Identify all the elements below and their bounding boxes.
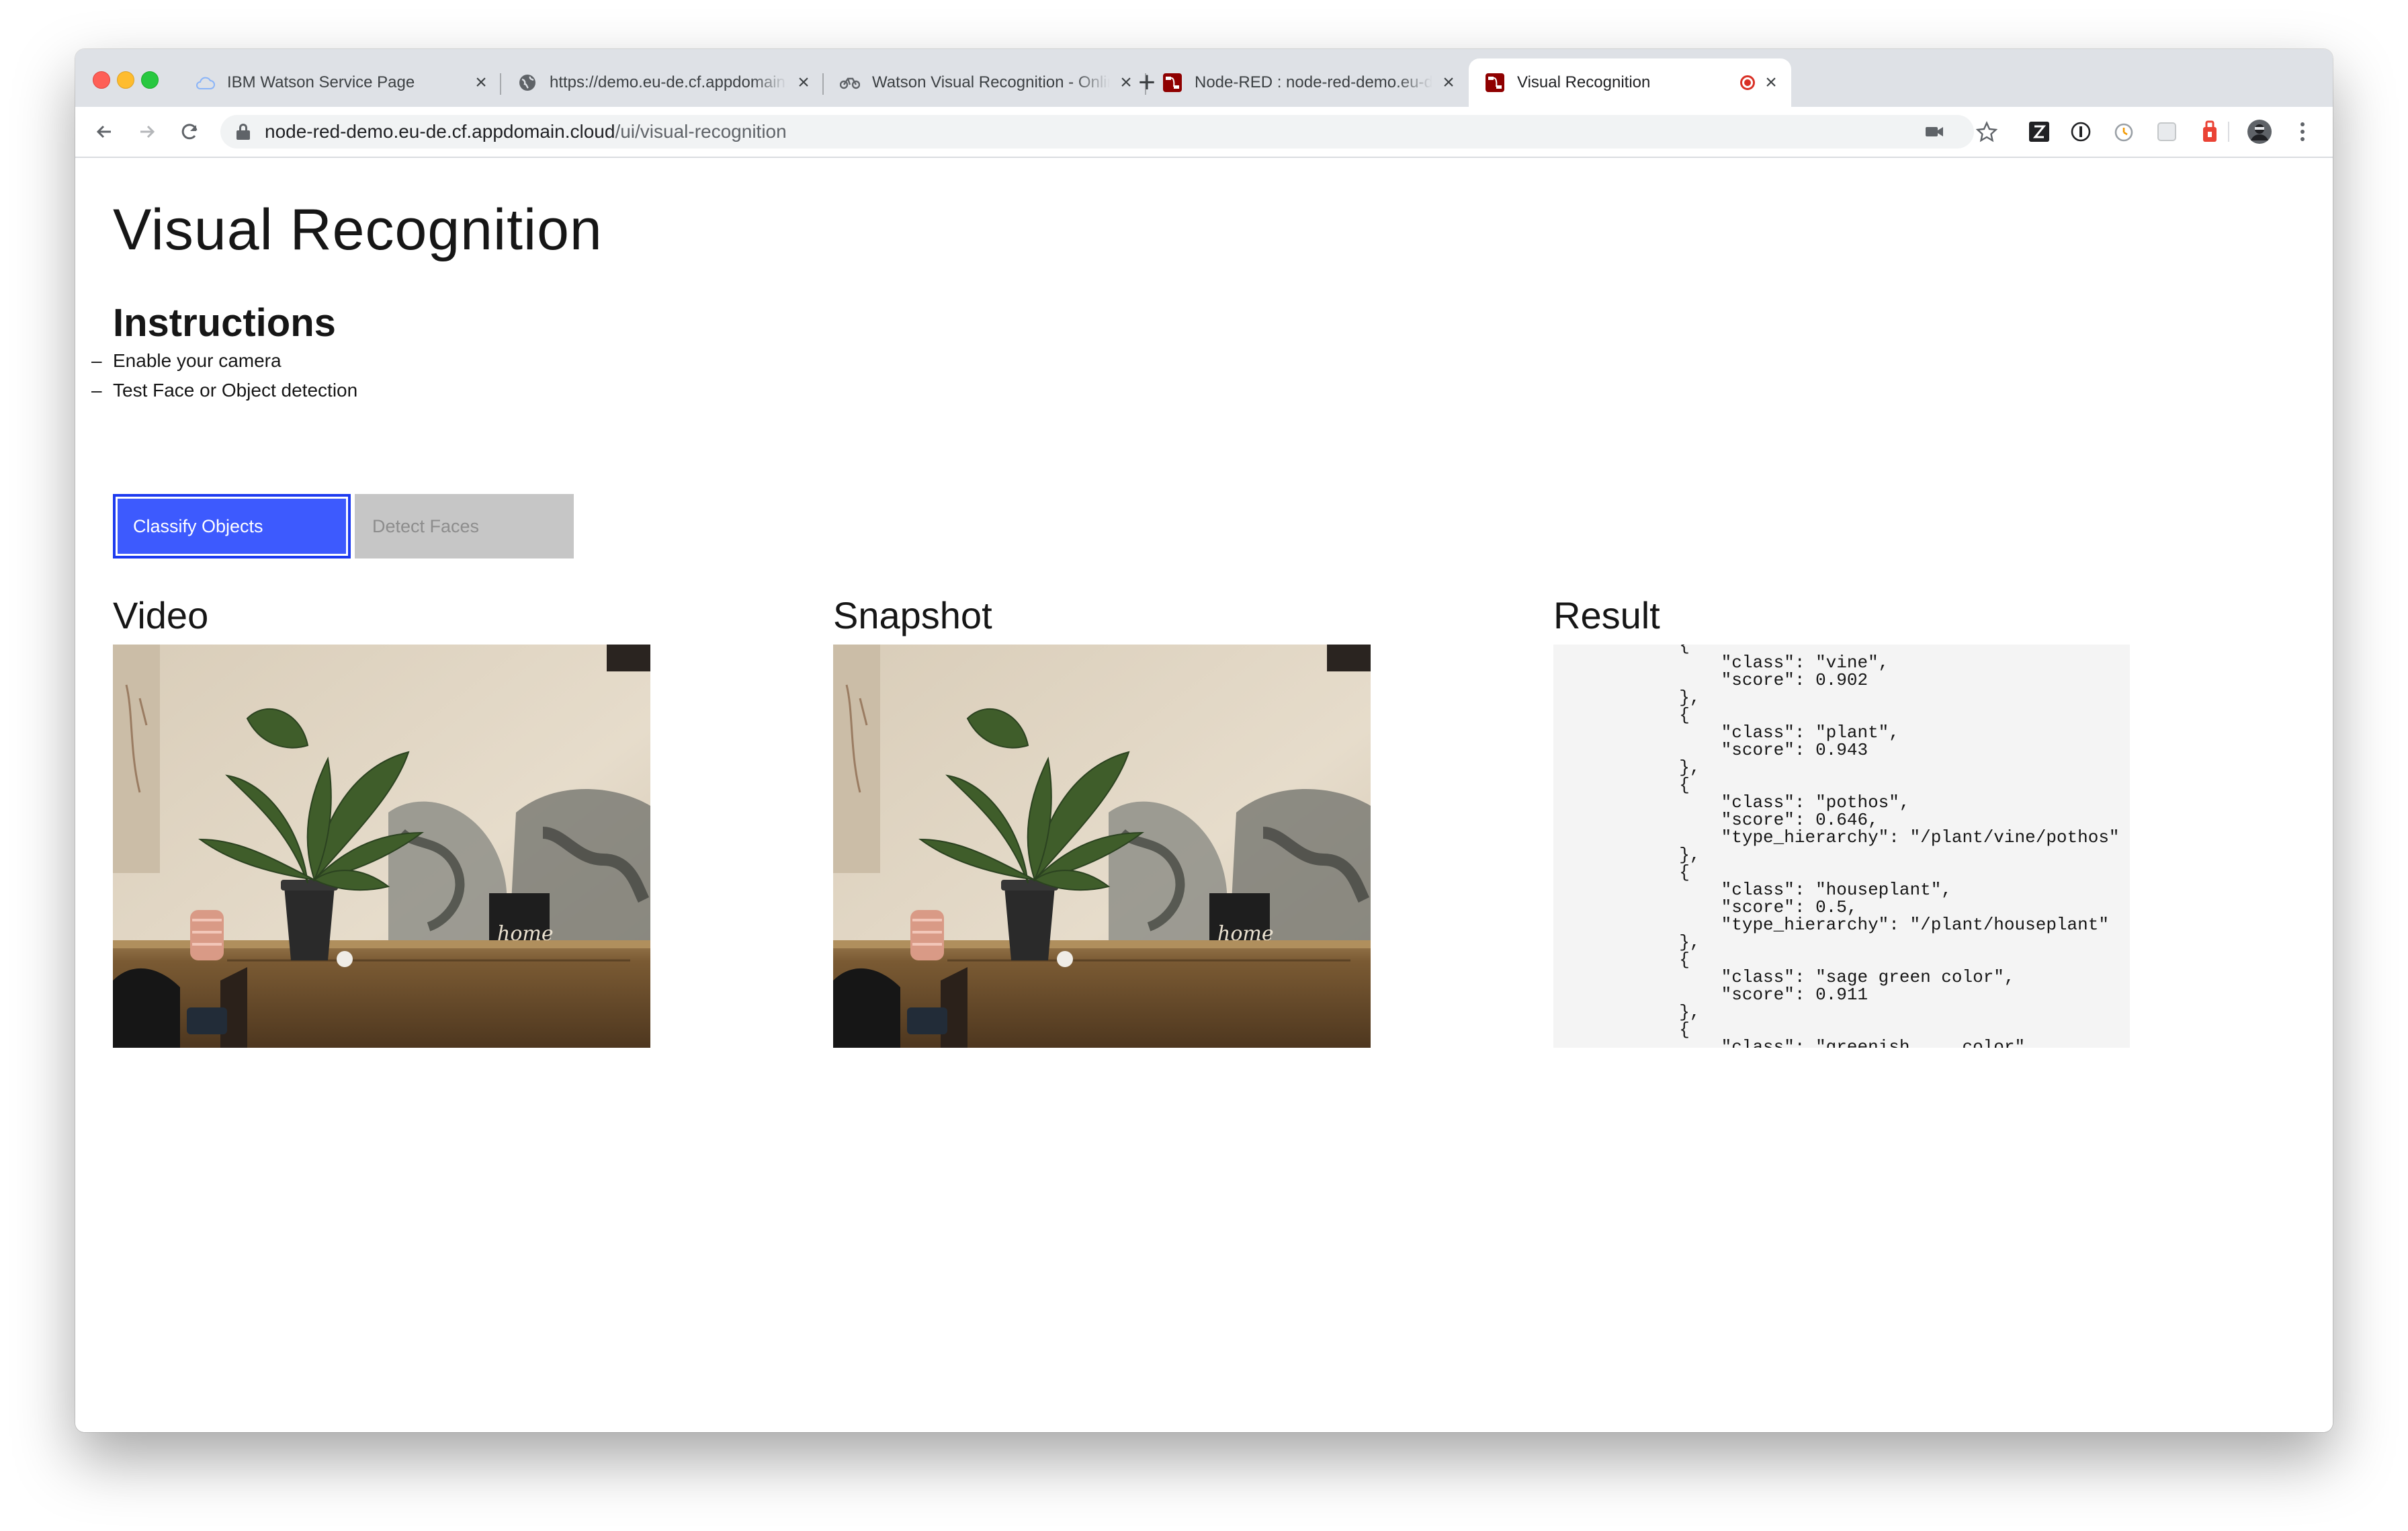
browser-window: IBM Watson Service Page × https://demo.e… (75, 49, 2333, 1432)
snapshot-image (833, 645, 1371, 1048)
reload-icon[interactable] (175, 116, 206, 147)
cloud-icon (195, 73, 215, 93)
page-content: Visual Recognition Instructions – Enable … (75, 158, 2333, 1432)
red-extension-icon[interactable] (2197, 119, 2223, 144)
page-title: Visual Recognition (113, 198, 603, 262)
zotero-extension-icon[interactable] (2026, 119, 2052, 144)
forward-arrow-icon[interactable] (132, 116, 163, 147)
tab-title: https://demo.eu-de.cf.appdomain.cloud (550, 73, 787, 91)
timer-extension-icon[interactable] (2111, 119, 2137, 144)
result-json-text: { "class": "vine", "score": 0.902 }, { "… (1679, 645, 2120, 1048)
instructions-list: – Enable your camera – Test Face or Object… (91, 346, 357, 405)
kebab-menu-icon[interactable] (2290, 119, 2315, 144)
toolbar-divider (2228, 122, 2229, 142)
result-json-panel[interactable]: { "class": "vine", "score": 0.902 }, { "… (1553, 645, 2130, 1048)
tab-watson-demo[interactable]: Watson Visual Recognition - Online Demo … (824, 58, 1146, 107)
url-text: node-red-demo.eu-de.cf.appdomain.cloud/u… (265, 121, 787, 142)
list-item: – Enable your camera (91, 350, 282, 371)
watson-icon (840, 73, 860, 93)
browser-toolbar: node-red-demo.eu-de.cf.appdomain.cloud/u… (75, 107, 2333, 158)
tab-close-icon[interactable]: × (1762, 73, 1780, 93)
tab-visual-recognition[interactable]: Visual Recognition × (1469, 58, 1791, 107)
detect-faces-button[interactable]: Detect Faces (355, 494, 574, 558)
instructions-heading: Instructions (113, 301, 336, 345)
list-item: – Test Face or Object detection (91, 380, 358, 401)
tab-close-icon[interactable]: × (794, 73, 813, 93)
globe-icon (517, 73, 538, 93)
close-window-button[interactable] (93, 71, 110, 89)
tab-strip: IBM Watson Service Page × https://demo.e… (75, 49, 2333, 107)
classify-objects-button[interactable]: Classify Objects (113, 494, 351, 558)
snapshot-heading: Snapshot (833, 594, 992, 636)
node-red-icon (1485, 73, 1505, 93)
tab-close-icon[interactable]: × (1439, 73, 1458, 93)
profile-avatar[interactable] (2247, 119, 2272, 144)
tab-title: Watson Visual Recognition - Online Demo (872, 73, 1110, 91)
password-manager-icon[interactable] (2068, 119, 2094, 144)
video-feed: home (113, 645, 650, 1048)
tab-title: Visual Recognition (1517, 73, 1651, 91)
zoom-window-button[interactable] (141, 71, 159, 89)
node-red-icon (1162, 73, 1182, 93)
lock-icon[interactable] (236, 124, 250, 140)
tab-close-icon[interactable]: × (472, 73, 490, 93)
tab-title: IBM Watson Service Page (227, 73, 415, 91)
grey-extension-icon[interactable] (2154, 119, 2180, 144)
tab-title: Node-RED : node-red-demo.eu-de.cf.appdom… (1195, 73, 1432, 91)
result-heading: Result (1553, 594, 1660, 636)
tab-node-red-editor[interactable]: Node-RED : node-red-demo.eu-de.cf.appdom… (1146, 58, 1469, 107)
minimize-window-button[interactable] (117, 71, 134, 89)
tab-ibm-watson[interactable]: IBM Watson Service Page × (179, 58, 501, 107)
address-bar[interactable]: node-red-demo.eu-de.cf.appdomain.cloud/u… (220, 115, 1974, 149)
back-arrow-icon[interactable] (89, 116, 120, 147)
video-heading: Video (113, 594, 209, 636)
camera-in-use-icon[interactable] (1922, 119, 1947, 144)
new-tab-plus-icon[interactable]: + (1131, 68, 1162, 99)
recording-icon (1740, 75, 1755, 90)
bookmark-star-icon[interactable] (1974, 119, 2000, 144)
tab-demo-url[interactable]: https://demo.eu-de.cf.appdomain.cloud × (501, 58, 824, 107)
